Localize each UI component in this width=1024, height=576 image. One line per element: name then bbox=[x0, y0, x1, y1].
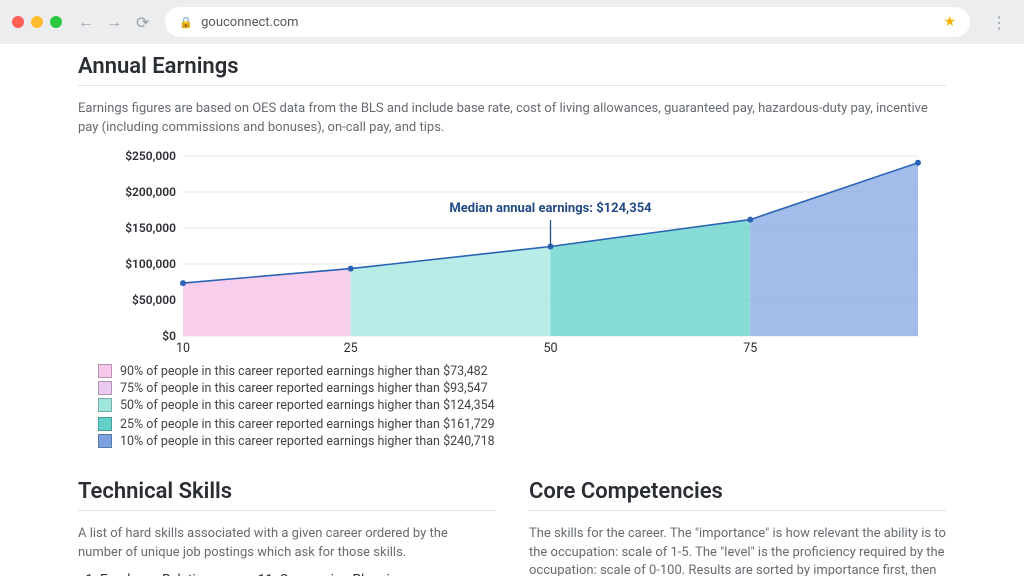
xtick-25: 25 bbox=[344, 341, 358, 356]
maximize-window-icon[interactable] bbox=[50, 16, 62, 28]
ytick-0: $0 bbox=[162, 329, 176, 343]
lock-icon: 🔒 bbox=[179, 16, 193, 29]
earnings-title: Annual Earnings bbox=[78, 54, 946, 86]
forward-button[interactable]: → bbox=[106, 12, 122, 32]
ytick-250k: $250,000 bbox=[125, 149, 176, 163]
xtick-50: 50 bbox=[543, 341, 557, 356]
reload-button[interactable]: ⟳ bbox=[136, 13, 149, 32]
tech-title: Technical Skills bbox=[78, 479, 495, 511]
ytick-200k: $200,000 bbox=[125, 185, 176, 199]
list-item: Succession Planning bbox=[258, 572, 405, 576]
core-title: Core Competencies bbox=[529, 479, 946, 511]
swatch-p75 bbox=[98, 381, 112, 395]
legend-item-p25: 25% of people in this career reported ea… bbox=[98, 417, 495, 432]
swatch-p90 bbox=[98, 364, 112, 378]
core-competencies-section: Core Competencies The skills for the car… bbox=[529, 473, 946, 576]
legend-text-p50: 50% of people in this career reported ea… bbox=[120, 398, 495, 413]
legend-text-p90: 90% of people in this career reported ea… bbox=[120, 364, 488, 379]
xtick-75: 75 bbox=[743, 341, 757, 356]
minimize-window-icon[interactable] bbox=[31, 16, 43, 28]
legend-item-p75: 75% of people in this career reported ea… bbox=[98, 381, 495, 396]
legend-item-p90: 90% of people in this career reported ea… bbox=[98, 364, 495, 379]
browser-chrome: ← → ⟳ 🔒 gouconnect.com ★ ⋮ bbox=[0, 0, 1024, 44]
bookmark-star-icon[interactable]: ★ bbox=[943, 14, 956, 30]
technical-skills-section: Technical Skills A list of hard skills a… bbox=[78, 473, 495, 576]
nav-controls: ← → ⟳ bbox=[78, 12, 149, 32]
ytick-150k: $150,000 bbox=[125, 221, 176, 235]
swatch-p50 bbox=[98, 398, 112, 412]
tech-list-b: Succession Planning Business Strategies bbox=[248, 572, 405, 576]
ytick-50k: $50,000 bbox=[132, 293, 176, 307]
xtick-10: 10 bbox=[176, 341, 190, 356]
legend-item-p10: 10% of people in this career reported ea… bbox=[98, 434, 495, 449]
page-content: Annual Earnings Earnings figures are bas… bbox=[0, 44, 1024, 576]
ytick-100k: $100,000 bbox=[125, 257, 176, 271]
earnings-desc: Earnings figures are based on OES data f… bbox=[78, 100, 946, 138]
legend-text-p10: 10% of people in this career reported ea… bbox=[120, 434, 495, 449]
legend-item-p50: 50% of people in this career reported ea… bbox=[98, 398, 495, 413]
swatch-p25 bbox=[98, 417, 112, 431]
list-item: Employee Relations bbox=[100, 572, 218, 576]
window-controls bbox=[12, 16, 62, 28]
tech-list-a: Employee Relations Talent Acquisition bbox=[78, 572, 218, 576]
address-bar[interactable]: 🔒 gouconnect.com ★ bbox=[165, 7, 970, 37]
legend-text-p75: 75% of people in this career reported ea… bbox=[120, 381, 488, 396]
earnings-legend: 90% of people in this career reported ea… bbox=[98, 364, 936, 449]
back-button[interactable]: ← bbox=[78, 12, 94, 32]
close-window-icon[interactable] bbox=[12, 16, 24, 28]
url-text: gouconnect.com bbox=[201, 15, 935, 30]
tech-desc: A list of hard skills associated with a … bbox=[78, 525, 495, 563]
earnings-chart: $0 $50,000 $100,000 $150,000 $200,000 $2… bbox=[78, 146, 946, 356]
earnings-chart-svg: $0 $50,000 $100,000 $150,000 $200,000 $2… bbox=[78, 146, 948, 356]
core-desc: The skills for the career. The "importan… bbox=[529, 525, 946, 576]
browser-menu-button[interactable]: ⋮ bbox=[986, 13, 1012, 32]
swatch-p10 bbox=[98, 434, 112, 448]
legend-text-p25: 25% of people in this career reported ea… bbox=[120, 417, 495, 432]
median-annotation: Median annual earnings: $124,354 bbox=[449, 201, 652, 216]
